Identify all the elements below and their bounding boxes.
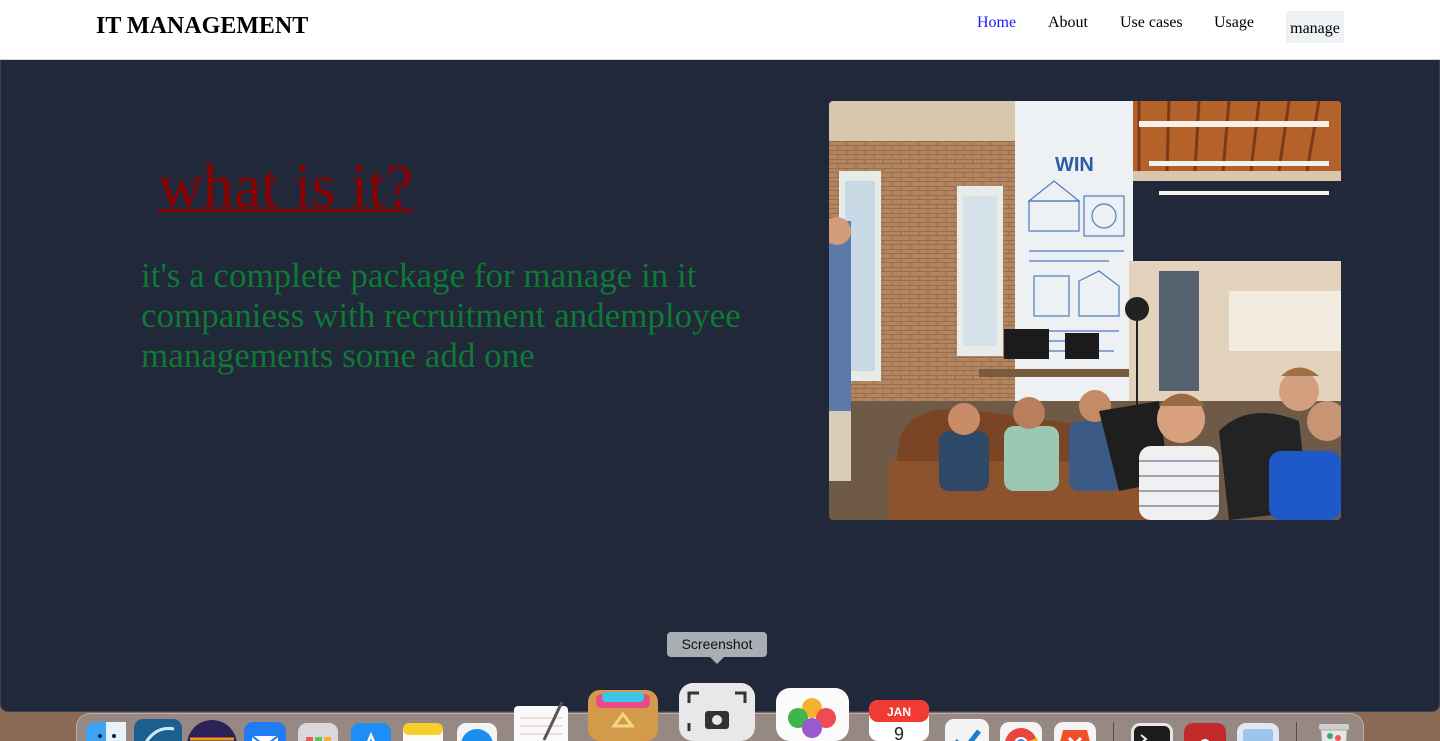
mail-icon[interactable] (244, 722, 286, 741)
vscode-icon[interactable] (945, 719, 989, 741)
archive-utility-icon[interactable] (588, 690, 658, 741)
svg-text:WIN: WIN (1055, 154, 1094, 176)
safari-icon[interactable] (457, 723, 497, 741)
trash-icon[interactable] (1314, 720, 1354, 741)
app-store-icon[interactable] (351, 723, 391, 741)
nav-home[interactable]: Home (977, 14, 1016, 32)
launchpad-icon[interactable] (298, 723, 338, 741)
eclipse-icon[interactable] (186, 719, 238, 741)
screenshot-icon[interactable] (679, 683, 755, 741)
preview-icon[interactable] (1237, 723, 1279, 741)
hero-section: what is it? it's a complete package for … (0, 60, 1440, 712)
finder-icon[interactable] (86, 722, 126, 741)
acrobat-icon[interactable] (1184, 723, 1226, 741)
manage-button[interactable]: manage (1286, 11, 1344, 43)
textedit-icon[interactable] (512, 700, 570, 741)
brave-icon[interactable] (1054, 722, 1096, 741)
svg-text:9: 9 (894, 724, 904, 741)
hero-description: it's a complete package for manage in it… (141, 256, 741, 375)
notes-icon[interactable] (403, 723, 443, 741)
terminal-icon[interactable] (1131, 723, 1173, 741)
dock-separator (1296, 722, 1297, 741)
dock-tooltip-arrow (709, 656, 725, 664)
hero-image: WIN (829, 101, 1341, 520)
brand-logo[interactable]: IT MANAGEMENT (96, 13, 308, 40)
nav-use-cases[interactable]: Use cases (1120, 14, 1183, 32)
hero-title[interactable]: what is it? (158, 156, 413, 218)
navbar: IT MANAGEMENT Home About Use cases Usage… (0, 0, 1440, 60)
calendar-icon[interactable]: JAN 9 (869, 700, 929, 741)
photos-icon[interactable] (776, 688, 849, 741)
page: IT MANAGEMENT Home About Use cases Usage… (0, 0, 1440, 741)
mysql-workbench-icon[interactable] (134, 719, 182, 741)
svg-text:JAN: JAN (887, 705, 911, 719)
dock-tooltip: Screenshot (667, 632, 767, 657)
nav-usage[interactable]: Usage (1214, 14, 1254, 32)
nav-about[interactable]: About (1048, 14, 1088, 32)
chrome-icon[interactable] (1000, 722, 1042, 741)
dock-separator (1113, 722, 1114, 741)
